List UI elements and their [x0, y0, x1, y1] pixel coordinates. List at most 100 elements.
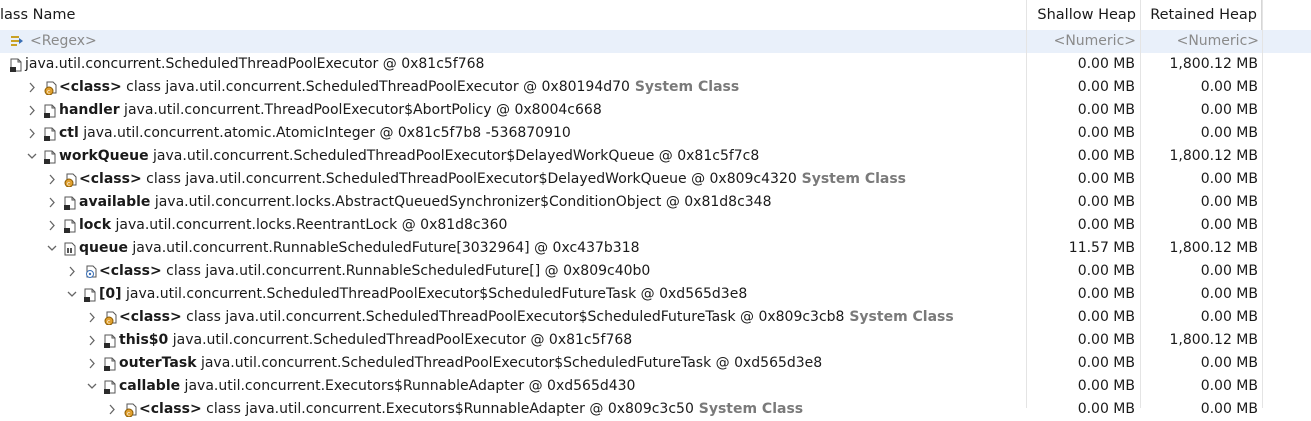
retained-filter-placeholder: <Numeric> — [1176, 33, 1259, 49]
shallow-heap-value: 0.00 MB — [1077, 125, 1135, 141]
tree-row[interactable]: queue java.util.concurrent.RunnableSched… — [0, 237, 1311, 260]
object-icon — [44, 149, 56, 164]
collapsed-chevron-icon[interactable] — [26, 99, 38, 122]
object-icon — [44, 103, 56, 118]
class-name-cell: handler java.util.concurrent.ThreadPoolE… — [0, 99, 1025, 122]
class-name-cell: lock java.util.concurrent.locks.Reentran… — [0, 214, 1025, 237]
row-label: outerTask java.util.concurrent.Scheduled… — [119, 352, 822, 375]
row-label: workQueue java.util.concurrent.Scheduled… — [59, 145, 759, 168]
tree-row[interactable]: c <class> class java.util.concurrent.Exec… — [0, 398, 1311, 421]
collapsed-chevron-icon[interactable] — [26, 76, 38, 99]
tree-row[interactable]: lock java.util.concurrent.locks.Reentran… — [0, 214, 1311, 237]
shallow-heap-value: 0.00 MB — [1077, 171, 1135, 187]
tree-row[interactable]: available java.util.concurrent.locks.Abs… — [0, 191, 1311, 214]
field-name: this$0 — [119, 332, 169, 348]
retained-heap-value: 0.00 MB — [1200, 194, 1258, 210]
shallow-heap-value: 0.00 MB — [1077, 79, 1135, 95]
shallow-heap-value: 0.00 MB — [1077, 263, 1135, 279]
regex-filter-icon — [10, 33, 24, 47]
object-icon — [84, 287, 96, 302]
row-label: <class> class java.util.concurrent.Runna… — [99, 260, 650, 283]
class-name-cell: callable java.util.concurrent.Executors$… — [0, 375, 1025, 398]
collapsed-chevron-icon[interactable] — [106, 398, 118, 421]
array-icon — [64, 241, 76, 256]
retained-heap-value: 0.00 MB — [1200, 217, 1258, 233]
class-name-cell: [0] java.util.concurrent.ScheduledThread… — [0, 283, 1025, 306]
regex-filter-input[interactable]: <Regex> — [30, 30, 97, 53]
shallow-filter-input[interactable]: <Numeric> — [1026, 30, 1138, 53]
retained-heap-value: 0.00 MB — [1200, 286, 1258, 302]
collapsed-chevron-icon[interactable] — [66, 260, 78, 283]
field-name: outerTask — [119, 355, 197, 371]
collapsed-chevron-icon[interactable] — [86, 329, 98, 352]
retained-heap-value: 0.00 MB — [1200, 263, 1258, 279]
column-header-class-name[interactable]: lass Name — [0, 0, 1028, 31]
object-icon — [10, 57, 22, 72]
collapsed-chevron-icon[interactable] — [26, 122, 38, 145]
tree-row[interactable]: callable java.util.concurrent.Executors$… — [0, 375, 1311, 398]
column-header-retained-heap-label: Retained Heap — [1150, 7, 1257, 23]
field-name: queue — [79, 240, 128, 256]
tree-row[interactable]: c <class> class java.util.concurrent.Sche… — [0, 306, 1311, 329]
retained-heap-value: 0.00 MB — [1200, 102, 1258, 118]
collapsed-chevron-icon[interactable] — [46, 191, 58, 214]
class-icon: c — [104, 310, 117, 326]
shallow-filter-placeholder: <Numeric> — [1053, 33, 1136, 49]
row-label: handler java.util.concurrent.ThreadPoolE… — [59, 99, 602, 122]
field-name: <class> — [79, 171, 142, 187]
object-reference: class java.util.concurrent.Executors$Run… — [201, 401, 694, 417]
object-icon — [104, 379, 116, 394]
object-reference: java.util.concurrent.atomic.AtomicIntege… — [78, 125, 571, 141]
expanded-chevron-icon[interactable] — [46, 237, 58, 260]
field-name: <class> — [119, 309, 182, 325]
tree-row[interactable]: [0] java.util.concurrent.ScheduledThread… — [0, 283, 1311, 306]
object-reference: java.util.concurrent.RunnableScheduledFu… — [127, 240, 640, 256]
tree-row[interactable]: handler java.util.concurrent.ThreadPoolE… — [0, 99, 1311, 122]
field-name: available — [79, 194, 151, 210]
retained-heap-value: 0.00 MB — [1200, 401, 1258, 417]
column-header-retained-heap[interactable]: Retained Heap — [1140, 0, 1262, 31]
retained-heap-value: 1,800.12 MB — [1169, 332, 1258, 348]
tree-row[interactable]: <class> class java.util.concurrent.Runna… — [0, 260, 1311, 283]
row-label: lock java.util.concurrent.locks.Reentran… — [79, 214, 507, 237]
tree-row[interactable]: c <class> class java.util.concurrent.Sche… — [0, 168, 1311, 191]
tree-row[interactable]: workQueue java.util.concurrent.Scheduled… — [0, 145, 1311, 168]
tree-row[interactable]: java.util.concurrent.ScheduledThreadPool… — [0, 53, 1311, 76]
row-label: [0] java.util.concurrent.ScheduledThread… — [99, 283, 747, 306]
row-label: this$0 java.util.concurrent.ScheduledThr… — [119, 329, 632, 352]
expanded-chevron-icon[interactable] — [86, 375, 98, 398]
field-name: callable — [119, 378, 181, 394]
object-reference: class java.util.concurrent.ScheduledThre… — [121, 79, 630, 95]
collapsed-chevron-icon[interactable] — [46, 214, 58, 237]
collapsed-chevron-icon[interactable] — [46, 168, 58, 191]
tree-row[interactable]: ctl java.util.concurrent.atomic.AtomicIn… — [0, 122, 1311, 145]
object-icon — [104, 333, 116, 348]
expanded-chevron-icon[interactable] — [26, 145, 38, 168]
tree-row[interactable]: c <class> class java.util.concurrent.Sche… — [0, 76, 1311, 99]
tree-row[interactable]: outerTask java.util.concurrent.Scheduled… — [0, 352, 1311, 375]
row-label: available java.util.concurrent.locks.Abs… — [79, 191, 772, 214]
retained-heap-value: 1,800.12 MB — [1169, 56, 1258, 72]
object-reference: java.util.concurrent.ScheduledThreadPool… — [25, 56, 485, 72]
tree-row[interactable]: this$0 java.util.concurrent.ScheduledThr… — [0, 329, 1311, 352]
object-reference: java.util.concurrent.ScheduledThreadPool… — [196, 355, 823, 371]
collapsed-chevron-icon[interactable] — [86, 306, 98, 329]
row-label: <class> class java.util.concurrent.Sched… — [79, 168, 906, 191]
shallow-heap-value: 0.00 MB — [1077, 56, 1135, 72]
object-reference: java.util.concurrent.locks.AbstractQueue… — [150, 194, 772, 210]
retained-filter-input[interactable]: <Numeric> — [1140, 30, 1261, 53]
collapsed-chevron-icon[interactable] — [86, 352, 98, 375]
column-header-shallow-heap[interactable]: Shallow Heap — [1027, 0, 1141, 31]
system-class-tag: System Class — [693, 401, 804, 417]
column-divider — [1140, 0, 1141, 408]
shallow-heap-value: 0.00 MB — [1077, 401, 1135, 417]
object-icon — [44, 126, 56, 141]
class-name-cell: c <class> class java.util.concurrent.Sche… — [0, 76, 1025, 99]
field-name: ctl — [59, 125, 79, 141]
object-icon — [64, 195, 76, 210]
shallow-heap-value: 0.00 MB — [1077, 309, 1135, 325]
field-name: <class> — [99, 263, 162, 279]
shallow-heap-value: 11.57 MB — [1068, 240, 1135, 256]
expanded-chevron-icon[interactable] — [66, 283, 78, 306]
class-name-cell: this$0 java.util.concurrent.ScheduledThr… — [0, 329, 1025, 352]
